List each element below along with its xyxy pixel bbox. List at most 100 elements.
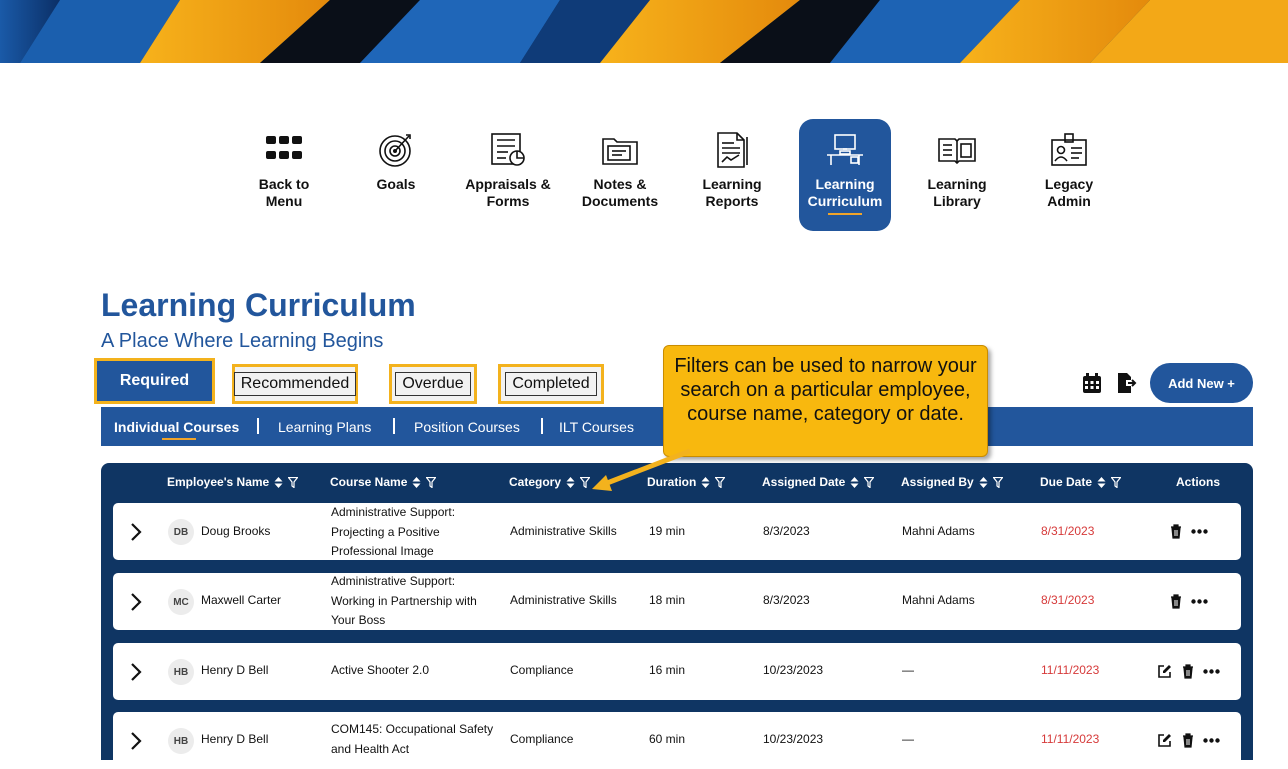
- more-options-icon[interactable]: [1203, 669, 1220, 674]
- more-options-icon[interactable]: [1191, 529, 1208, 534]
- course-name: Administrative Support: Projecting a Pos…: [331, 505, 456, 558]
- tab-label: Overdue: [395, 372, 471, 396]
- employee-name: Henry D Bell: [201, 663, 269, 677]
- column-header-course[interactable]: Course Name: [330, 475, 437, 489]
- nav-label: Goals: [376, 176, 416, 192]
- column-header-due-date[interactable]: Due Date: [1040, 475, 1122, 489]
- nav-notes-documents[interactable]: Notes & Documents: [574, 119, 666, 231]
- category: Administrative Skills: [510, 593, 617, 607]
- header-label: Assigned By: [901, 475, 974, 489]
- header-label: Category: [509, 475, 562, 489]
- tab-label: Completed: [505, 372, 597, 396]
- courses-table: Employee's Name Course Name Category Dur…: [101, 463, 1253, 769]
- column-header-assigned-date[interactable]: Assigned Date: [762, 475, 875, 489]
- tab-label: Required: [119, 372, 190, 389]
- header-label: Course Name: [330, 475, 408, 489]
- sort-icon[interactable]: [850, 476, 859, 488]
- divider: [257, 418, 259, 434]
- table-row[interactable]: HB Henry D Bell Active Shooter 2.0 Compl…: [113, 643, 1241, 700]
- nav-back-to-menu[interactable]: Back to Menu: [238, 119, 330, 231]
- sort-icon[interactable]: [412, 476, 421, 488]
- header-banner: [0, 0, 1288, 63]
- tab-overdue[interactable]: Overdue: [389, 364, 477, 404]
- avatar: DB: [168, 519, 194, 545]
- assigned-by: —: [902, 663, 914, 677]
- assigned-date: 10/23/2023: [763, 663, 824, 677]
- nav-label: Learning Curriculum: [807, 176, 883, 209]
- table-row[interactable]: MC Maxwell Carter Administrative Support…: [113, 573, 1241, 630]
- chevron-right-icon[interactable]: [129, 731, 143, 751]
- subnav-ilt-courses[interactable]: ILT Courses: [559, 419, 634, 435]
- subnav-label: Individual Courses: [114, 419, 240, 435]
- tab-required[interactable]: Required: [94, 358, 215, 404]
- category: Compliance: [510, 732, 574, 746]
- column-header-assigned-by[interactable]: Assigned By: [901, 475, 1003, 489]
- employee-name: Maxwell Carter: [201, 593, 282, 607]
- nav-label: Back to Menu: [258, 176, 310, 209]
- delete-icon[interactable]: [1182, 664, 1194, 679]
- sort-icon[interactable]: [1097, 476, 1106, 488]
- nav-learning-library[interactable]: Learning Library: [911, 119, 1003, 231]
- filter-icon[interactable]: [1111, 476, 1122, 488]
- edit-icon[interactable]: [1157, 733, 1172, 748]
- subnav-individual-courses[interactable]: Individual Courses: [114, 419, 240, 440]
- subnav-position-courses[interactable]: Position Courses: [414, 419, 520, 435]
- more-options-icon[interactable]: [1203, 738, 1220, 743]
- duration: 18 min: [649, 593, 686, 607]
- avatar: HB: [168, 728, 194, 754]
- sort-icon[interactable]: [979, 476, 988, 488]
- active-indicator: [828, 213, 862, 215]
- filter-icon[interactable]: [864, 476, 875, 488]
- edit-icon[interactable]: [1157, 664, 1172, 679]
- employee-name: Doug Brooks: [201, 524, 271, 538]
- due-date: 11/11/2023: [1041, 663, 1100, 677]
- more-options-icon[interactable]: [1191, 599, 1208, 604]
- sort-icon[interactable]: [701, 476, 710, 488]
- column-header-employee[interactable]: Employee's Name: [167, 475, 299, 489]
- header-label: Actions: [1176, 475, 1221, 489]
- header-label: Due Date: [1040, 475, 1093, 489]
- filter-icon[interactable]: [580, 476, 591, 488]
- chevron-right-icon[interactable]: [129, 662, 143, 682]
- filter-icon[interactable]: [992, 476, 1003, 488]
- avatar: MC: [168, 589, 194, 615]
- subnav-label: Position Courses: [414, 419, 520, 435]
- filter-icon[interactable]: [715, 476, 726, 488]
- sort-icon[interactable]: [566, 476, 575, 488]
- add-new-button[interactable]: Add New +: [1150, 363, 1253, 403]
- nav-learning-reports[interactable]: Learning Reports: [686, 119, 778, 231]
- calendar-icon[interactable]: [1081, 372, 1103, 394]
- nav-goals[interactable]: Goals: [350, 119, 442, 231]
- avatar: HB: [168, 659, 194, 685]
- nav-appraisals-forms[interactable]: Appraisals & Forms: [462, 119, 554, 231]
- page-title: Learning Curriculum: [101, 287, 416, 323]
- chevron-right-icon[interactable]: [129, 592, 143, 612]
- nav-legacy-admin[interactable]: Legacy Admin: [1023, 119, 1115, 231]
- duration: 19 min: [649, 524, 686, 538]
- filter-icon[interactable]: [288, 476, 299, 488]
- divider: [393, 418, 395, 434]
- sort-icon[interactable]: [274, 476, 283, 488]
- assigned-date: 8/3/2023: [763, 524, 810, 538]
- subnav-learning-plans[interactable]: Learning Plans: [278, 419, 371, 435]
- chevron-right-icon[interactable]: [129, 522, 143, 542]
- column-header-category[interactable]: Category: [509, 475, 591, 489]
- table-row[interactable]: HB Henry D Bell COM145: Occupational Saf…: [113, 712, 1241, 769]
- delete-icon[interactable]: [1170, 594, 1182, 609]
- nav-label: Appraisals & Forms: [465, 176, 551, 209]
- filter-icon[interactable]: [426, 476, 437, 488]
- delete-icon[interactable]: [1170, 524, 1182, 539]
- delete-icon[interactable]: [1182, 733, 1194, 748]
- assigned-by: Mahni Adams: [902, 524, 975, 538]
- export-icon[interactable]: [1115, 372, 1137, 394]
- tab-completed[interactable]: Completed: [498, 364, 604, 404]
- tab-recommended[interactable]: Recommended: [232, 364, 358, 404]
- category: Compliance: [510, 663, 574, 677]
- table-row[interactable]: DB Doug Brooks Administrative Support: P…: [113, 503, 1241, 560]
- grid-icon: [266, 136, 302, 159]
- banner-graphic: [0, 0, 1288, 63]
- subnav-label: ILT Courses: [559, 419, 634, 435]
- assigned-by: —: [902, 732, 914, 746]
- nav-learning-curriculum[interactable]: Learning Curriculum: [799, 119, 891, 231]
- nav-label: Notes & Documents: [581, 176, 659, 209]
